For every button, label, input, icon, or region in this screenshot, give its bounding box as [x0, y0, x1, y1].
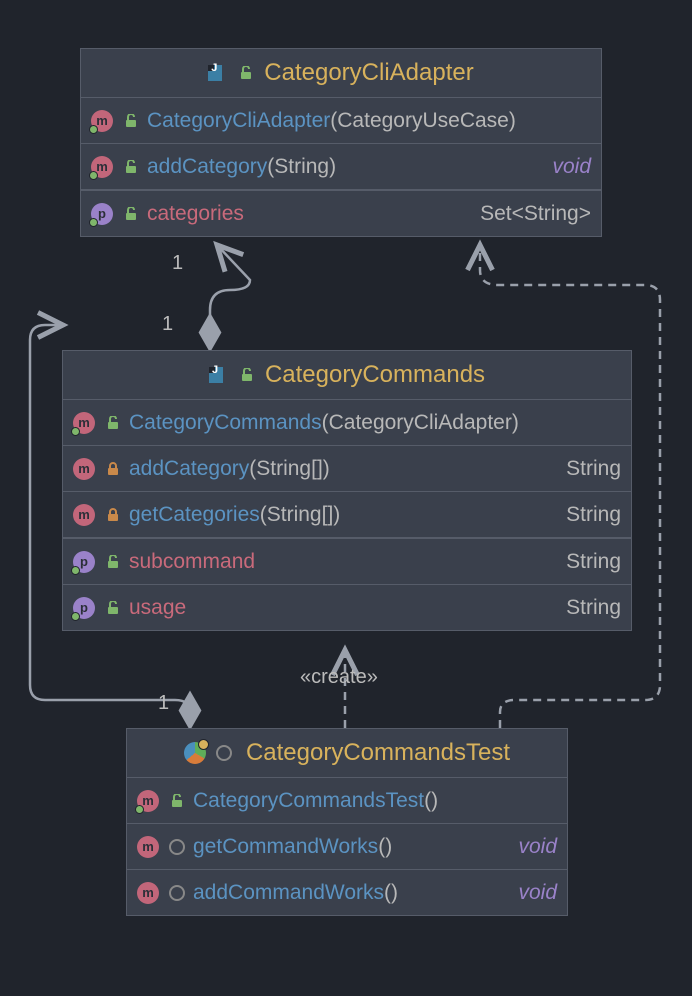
private-lock-icon	[105, 462, 121, 476]
member-name: addCategory	[147, 155, 267, 179]
member-name: usage	[129, 596, 186, 620]
public-open-lock-icon	[169, 794, 185, 808]
member-name: addCategory	[129, 457, 249, 481]
public-open-lock-icon	[239, 368, 255, 382]
member-row: m CategoryCliAdapter(CategoryUseCase)	[81, 98, 601, 144]
member-name: CategoryCliAdapter	[147, 109, 330, 133]
return-type: String	[566, 457, 621, 481]
class-category-commands: CategoryCommands m CategoryCommands(Cate…	[62, 350, 632, 631]
member-row: p subcommand String	[63, 538, 631, 585]
multiplicity-label: 1	[162, 313, 173, 336]
member-name: CategoryCommandsTest	[193, 789, 424, 813]
method-icon: m	[73, 412, 95, 434]
property-icon: p	[73, 551, 95, 573]
return-type: String	[566, 596, 621, 620]
member-row: m addCommandWorks() void	[127, 870, 567, 915]
public-open-lock-icon	[238, 66, 254, 80]
member-name: categories	[147, 202, 244, 226]
multiplicity-label: 1	[172, 252, 183, 275]
public-open-lock-icon	[123, 207, 139, 221]
class-title: CategoryCliAdapter	[264, 59, 473, 87]
return-type: String	[566, 550, 621, 574]
class-category-cli-adapter: CategoryCliAdapter m CategoryCliAdapter(…	[80, 48, 602, 237]
package-private-icon	[216, 745, 232, 761]
member-name: getCategories	[129, 503, 260, 527]
private-lock-icon	[105, 508, 121, 522]
method-icon: m	[137, 836, 159, 858]
public-open-lock-icon	[123, 114, 139, 128]
java-file-icon	[209, 365, 229, 385]
member-row: m getCategories(String[]) String	[63, 492, 631, 538]
member-row: m getCommandWorks() void	[127, 824, 567, 870]
member-row: p categories Set<String>	[81, 190, 601, 236]
method-icon: m	[91, 156, 113, 178]
class-title: CategoryCommandsTest	[246, 739, 510, 767]
package-private-icon	[169, 885, 185, 901]
member-name: subcommand	[129, 550, 255, 574]
return-type: void	[518, 881, 557, 905]
member-row: m addCategory(String[]) String	[63, 446, 631, 492]
public-open-lock-icon	[105, 416, 121, 430]
method-icon: m	[73, 504, 95, 526]
java-file-icon	[208, 63, 228, 83]
property-icon: p	[73, 597, 95, 619]
multiplicity-label: 1	[158, 692, 169, 715]
stereotype-create: «create»	[300, 666, 378, 689]
public-open-lock-icon	[105, 555, 121, 569]
member-row: m CategoryCommandsTest()	[127, 778, 567, 824]
method-icon: m	[91, 110, 113, 132]
return-type: void	[518, 835, 557, 859]
return-type: void	[552, 155, 591, 179]
public-open-lock-icon	[105, 601, 121, 615]
method-icon: m	[73, 458, 95, 480]
class-title: CategoryCommands	[265, 361, 485, 389]
package-private-icon	[169, 839, 185, 855]
property-icon: p	[91, 203, 113, 225]
member-row: p usage String	[63, 585, 631, 630]
member-name: addCommandWorks	[193, 881, 384, 905]
return-type: Set<String>	[480, 202, 591, 226]
class-header: CategoryCliAdapter	[81, 49, 601, 98]
method-icon: m	[137, 882, 159, 904]
return-type: String	[566, 503, 621, 527]
class-category-commands-test: CategoryCommandsTest m CategoryCommandsT…	[126, 728, 568, 916]
member-name: getCommandWorks	[193, 835, 378, 859]
test-class-icon	[184, 742, 206, 764]
member-row: m addCategory(String) void	[81, 144, 601, 190]
method-icon: m	[137, 790, 159, 812]
member-name: CategoryCommands	[129, 411, 322, 435]
public-open-lock-icon	[123, 160, 139, 174]
class-header: CategoryCommands	[63, 351, 631, 400]
member-row: m CategoryCommands(CategoryCliAdapter)	[63, 400, 631, 446]
class-header: CategoryCommandsTest	[127, 729, 567, 778]
